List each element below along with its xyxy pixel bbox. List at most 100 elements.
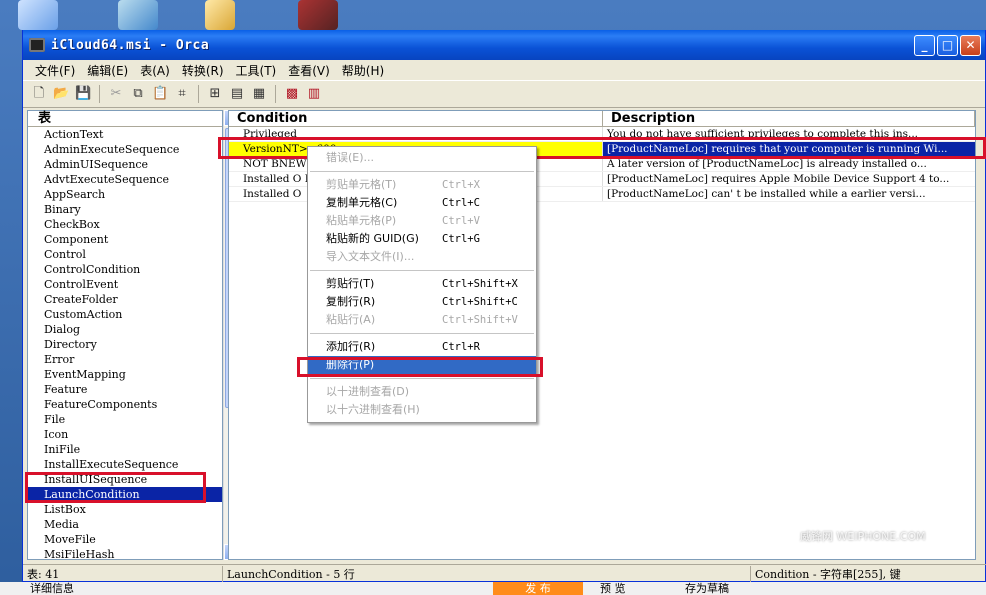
open-folder-icon[interactable]: 📂 — [53, 86, 69, 102]
menu-cut-cell[interactable]: 剪贴单元格(T) Ctrl+X — [308, 176, 536, 194]
title-bar[interactable]: iCloud64.msi - Orca _ □ ✕ — [23, 30, 985, 60]
table-item[interactable]: Feature — [28, 382, 222, 397]
table-item-selected[interactable]: LaunchCondition — [28, 487, 222, 502]
menu-view-decimal[interactable]: 以十进制查看(D) — [308, 383, 536, 401]
minimize-button[interactable]: _ — [914, 34, 935, 56]
toolbar: 🗋 📂 💾 ✂ ⧉ 📋 ⌗ ⊞ ▤ ▦ ▩ ▥ — [23, 80, 985, 108]
table-item[interactable]: ControlEvent — [28, 277, 222, 292]
table-item[interactable]: InstallUISequence — [28, 472, 222, 487]
save-draft-button[interactable]: 存为草稿 — [685, 582, 729, 595]
desktop-icon-network[interactable] — [118, 0, 158, 30]
menu-error[interactable]: 错误(E)... — [308, 149, 536, 167]
description-cell[interactable]: A later version of [ProductNameLoc] is a… — [603, 157, 975, 171]
menu-bar: 文件(F) 编辑(E) 表(A) 转换(R) 工具(T) 查看(V) 帮助(H) — [23, 60, 985, 80]
table-item[interactable]: CustomAction — [28, 307, 222, 322]
add-row-icon[interactable]: ▤ — [229, 86, 245, 102]
menu-separator — [310, 270, 534, 271]
menu-copy-row[interactable]: 复制行(R) Ctrl+Shift+C — [308, 293, 536, 311]
description-cell[interactable]: [ProductNameLoc] requires that your comp… — [603, 142, 975, 156]
details-label: 详细信息 — [30, 582, 74, 595]
table-item[interactable]: ControlCondition — [28, 262, 222, 277]
menu-separator — [310, 333, 534, 334]
table-item[interactable]: Icon — [28, 427, 222, 442]
table-item[interactable]: ActionText — [28, 127, 222, 142]
menu-paste-guid[interactable]: 粘贴新的 GUID(G) Ctrl+G — [308, 230, 536, 248]
menu-file[interactable]: 文件(F) — [29, 62, 81, 79]
table-item[interactable]: MsiFileHash — [28, 547, 222, 562]
table-item[interactable]: CheckBox — [28, 217, 222, 232]
desktop-icon-winrar[interactable] — [298, 0, 338, 30]
tables-list: ActionText AdminExecuteSequence AdminUIS… — [28, 127, 222, 562]
condition-cell[interactable]: Privileged — [229, 127, 603, 141]
table-item[interactable]: AdminExecuteSequence — [28, 142, 222, 157]
description-cell[interactable]: [ProductNameLoc] can' t be installed whi… — [603, 187, 975, 201]
status-tables-count: 表: 41 — [23, 565, 223, 582]
table-item[interactable]: Directory — [28, 337, 222, 352]
table-item[interactable]: Component — [28, 232, 222, 247]
new-file-icon[interactable]: 🗋 — [31, 86, 47, 102]
background-page-strip: 详细信息 发 布 预 览 存为草稿 — [0, 582, 986, 595]
close-button[interactable]: ✕ — [960, 34, 981, 56]
table-item[interactable]: Control — [28, 247, 222, 262]
menu-delete-row[interactable]: 删除行(P) — [308, 356, 536, 374]
validate-icon[interactable]: ▩ — [284, 86, 300, 102]
menu-edit[interactable]: 编辑(E) — [81, 62, 134, 79]
table-item[interactable]: AdminUISequence — [28, 157, 222, 172]
table-item[interactable]: File — [28, 412, 222, 427]
save-icon[interactable]: 💾 — [75, 86, 91, 102]
table-icon[interactable]: ▦ — [251, 86, 267, 102]
table-item[interactable]: Media — [28, 517, 222, 532]
table-item[interactable]: AppSearch — [28, 187, 222, 202]
status-column-info: Condition - 字符串[255], 键 — [755, 567, 901, 581]
context-menu: 错误(E)... 剪贴单元格(T) Ctrl+X 复制单元格(C) Ctrl+C 粘… — [307, 146, 537, 423]
menu-paste-row[interactable]: 粘贴行(A) Ctrl+Shift+V — [308, 311, 536, 329]
menu-separator — [310, 378, 534, 379]
menu-help[interactable]: 帮助(H) — [336, 62, 390, 79]
menu-paste-cell[interactable]: 粘贴单元格(P) Ctrl+V — [308, 212, 536, 230]
tables-panel: 表 ActionText AdminExecuteSequence AdminU… — [27, 110, 223, 562]
merge-icon[interactable]: ▥ — [306, 86, 322, 102]
description-cell[interactable]: You do not have sufficient privileges to… — [603, 127, 975, 141]
menu-copy-cell[interactable]: 复制单元格(C) Ctrl+C — [308, 194, 536, 212]
menu-transform[interactable]: 转换(R) — [176, 62, 230, 79]
table-item[interactable]: IniFile — [28, 442, 222, 457]
column-header-description[interactable]: Description — [603, 111, 975, 126]
table-item[interactable]: MoveFile — [28, 532, 222, 547]
toolbar-separator — [198, 85, 199, 103]
grid-header: Condition Description — [229, 111, 975, 127]
orca-app-icon — [29, 38, 45, 52]
table-item[interactable]: EventMapping — [28, 367, 222, 382]
table-item[interactable]: CreateFolder — [28, 292, 222, 307]
menu-add-row[interactable]: 添加行(R) Ctrl+R — [308, 338, 536, 356]
table-item[interactable]: ListBox — [28, 502, 222, 517]
menu-import-text[interactable]: 导入文本文件(I)... — [308, 248, 536, 266]
desktop-icon-pictures[interactable] — [18, 0, 58, 30]
menu-view[interactable]: 查看(V) — [282, 62, 336, 79]
find-icon[interactable]: ⌗ — [174, 86, 190, 102]
paste-icon[interactable]: 📋 — [152, 86, 168, 102]
table-item[interactable]: InstallExecuteSequence — [28, 457, 222, 472]
status-bar: 表: 41 LaunchCondition - 5 行 Condition - … — [23, 564, 986, 582]
add-table-icon[interactable]: ⊞ — [207, 86, 223, 102]
table-item[interactable]: AdvtExecuteSequence — [28, 172, 222, 187]
table-row[interactable]: Privileged You do not have sufficient pr… — [229, 127, 975, 142]
copy-icon[interactable]: ⧉ — [130, 86, 146, 102]
table-item[interactable]: FeatureComponents — [28, 397, 222, 412]
tables-header: 表 — [28, 111, 222, 127]
menu-separator — [310, 171, 534, 172]
description-cell[interactable]: [ProductNameLoc] requires Apple Mobile D… — [603, 172, 975, 186]
maximize-button[interactable]: □ — [937, 34, 958, 56]
column-header-condition[interactable]: Condition — [229, 111, 603, 126]
publish-button[interactable]: 发 布 — [493, 582, 583, 595]
table-item[interactable]: Error — [28, 352, 222, 367]
table-item[interactable]: Dialog — [28, 322, 222, 337]
preview-button[interactable]: 预 览 — [600, 582, 626, 595]
desktop-icon-folder[interactable] — [205, 0, 235, 30]
menu-view-hex[interactable]: 以十六进制查看(H) — [308, 401, 536, 419]
menu-tools[interactable]: 工具(T) — [230, 62, 283, 79]
toolbar-separator — [275, 85, 276, 103]
menu-tables[interactable]: 表(A) — [134, 62, 176, 79]
table-item[interactable]: Binary — [28, 202, 222, 217]
menu-cut-row[interactable]: 剪贴行(T) Ctrl+Shift+X — [308, 275, 536, 293]
cut-icon[interactable]: ✂ — [108, 86, 124, 102]
